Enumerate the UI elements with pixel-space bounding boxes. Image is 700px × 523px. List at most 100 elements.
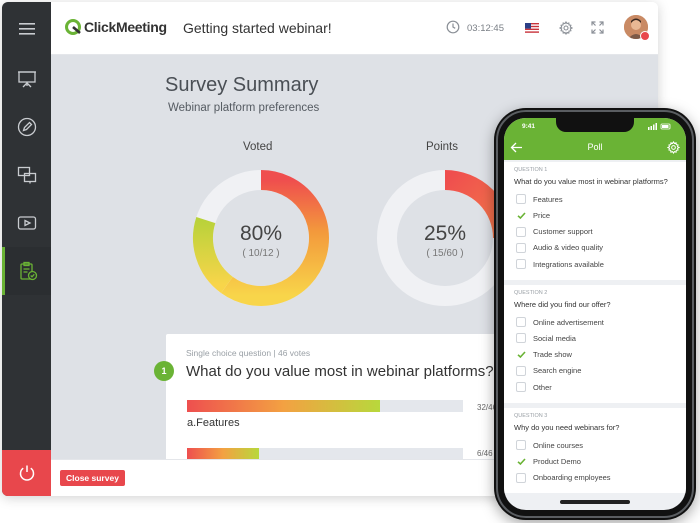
poll-option-label: Audio & video quality (533, 243, 604, 253)
poll-question-header: QUESTION 3 (514, 413, 548, 419)
poll-option-checkbox[interactable] (516, 440, 526, 450)
voted-fraction: ( 10/12 ) (242, 248, 280, 259)
phone-status-icons (648, 123, 672, 132)
poll-option-checkbox[interactable] (516, 259, 526, 270)
phone-status-time: 9:41 (522, 123, 536, 130)
settings-gear-icon[interactable] (559, 21, 573, 35)
fullscreen-icon[interactable] (591, 21, 604, 34)
poll-option[interactable]: Online advertisement (516, 316, 604, 328)
question-number-badge: 1 (154, 361, 174, 381)
close-survey-button[interactable]: Close survey (60, 470, 125, 486)
poll-option[interactable]: Price (516, 209, 550, 221)
header: ClickMeeting Getting started webinar! 03… (51, 2, 658, 55)
poll-option[interactable]: Onboarding employees (516, 472, 611, 484)
sidebar (2, 2, 51, 496)
brand-logo: ClickMeeting (65, 19, 167, 35)
poll-option-checkbox[interactable] (516, 242, 526, 253)
poll-option[interactable]: Search engine (516, 365, 581, 377)
clock-icon (446, 20, 460, 34)
poll-settings-icon[interactable] (667, 141, 680, 154)
checkmark-icon (516, 458, 526, 465)
sidebar-item-survey[interactable] (2, 247, 51, 295)
poll-option-label: Product Demo (533, 456, 581, 466)
signal-battery-icon (648, 123, 671, 130)
poll-option-checkbox[interactable] (516, 333, 526, 344)
sidebar-item-video[interactable] (2, 199, 51, 247)
poll-option[interactable]: Integrations available (516, 258, 604, 270)
phone-screen: 9:41 Poll QUESTION 1 What do you value mo… (504, 118, 686, 510)
answer-count-2: 6/46 (477, 449, 493, 458)
answer-bar-2 (187, 448, 463, 459)
poll-option-checkbox[interactable] (516, 382, 526, 393)
points-percent: 25% (423, 222, 467, 245)
poll-nav-bar: Poll (504, 136, 686, 160)
points-fraction: ( 15/60 ) (426, 248, 464, 259)
poll-option-label: Customer support (533, 227, 593, 237)
poll-option-checkbox[interactable] (516, 350, 526, 360)
screen-share-icon (17, 166, 36, 184)
poll-option-checkbox[interactable] (516, 317, 526, 327)
power-icon (19, 465, 34, 481)
poll-question-text: Where did you find our offer? (514, 300, 611, 309)
points-label: Points (426, 141, 458, 153)
voted-percent: 80% (239, 222, 283, 245)
page-subtitle: Webinar platform preferences (168, 102, 320, 114)
poll-option[interactable]: Features (516, 193, 563, 205)
phone-status-bar: 9:41 (504, 118, 686, 136)
stage: ClickMeeting Getting started webinar! 03… (0, 0, 700, 523)
answer-bar-2-fill (187, 448, 259, 459)
us-flag-icon[interactable] (525, 23, 539, 33)
poll-question-text: Why do you need webinars for? (514, 423, 620, 432)
poll-option-label: Social media (533, 333, 576, 343)
clipboard-check-icon (20, 261, 38, 281)
sidebar-item-whiteboard[interactable] (2, 103, 51, 151)
poll-option[interactable]: Customer support (516, 226, 593, 238)
phone-notch (556, 118, 634, 132)
sidebar-item-presentation[interactable] (2, 55, 51, 103)
poll-option-checkbox[interactable] (516, 194, 526, 204)
poll-option[interactable]: Other (516, 381, 552, 393)
video-play-icon (17, 216, 36, 230)
menu-icon (18, 22, 35, 35)
poll-title: Poll (587, 142, 603, 152)
checkmark-icon (516, 351, 526, 359)
poll-option-label: Price (533, 210, 551, 220)
answer-label-1: a.Features (187, 417, 240, 429)
poll-option-checkbox[interactable] (516, 210, 526, 220)
poll-option-label: Onboarding employees (533, 473, 611, 483)
poll-question-block: QUESTION 1 What do you value most in webi… (504, 162, 686, 280)
poll-option[interactable]: Trade show (516, 349, 572, 361)
poll-option-label: Integrations available (533, 259, 604, 269)
poll-option-label: Features (533, 194, 563, 204)
poll-question-header: QUESTION 1 (514, 167, 548, 173)
menu-button[interactable] (2, 2, 51, 55)
poll-option-checkbox[interactable] (516, 456, 526, 466)
avatar-status-badge (640, 31, 650, 41)
poll-option-label: Trade show (533, 350, 572, 360)
poll-option-checkbox[interactable] (516, 472, 526, 483)
end-session-button[interactable] (2, 450, 51, 496)
poll-question-header: QUESTION 2 (514, 290, 548, 296)
home-indicator (560, 500, 630, 504)
webinar-title: Getting started webinar! (183, 20, 332, 36)
poll-option[interactable]: Product Demo (516, 455, 581, 467)
poll-option-label: Other (533, 382, 552, 392)
page-title: Survey Summary (165, 74, 319, 96)
poll-option[interactable]: Social media (516, 332, 576, 344)
poll-option[interactable]: Audio & video quality (516, 242, 603, 254)
question-meta: Single choice question | 46 votes (186, 348, 311, 358)
poll-option[interactable]: Online courses (516, 439, 583, 451)
sidebar-item-screen-share[interactable] (2, 151, 51, 199)
poll-question-block: QUESTION 3 Why do you need webinars for? O… (504, 408, 686, 493)
poll-option-checkbox[interactable] (516, 226, 526, 237)
question-text: What do you value most in webinar platfo… (186, 363, 494, 380)
poll-question-text: What do you value most in webinar platfo… (514, 177, 668, 186)
question-result-card: Single choice question | 46 votes 1 What… (154, 334, 506, 459)
brand-name: ClickMeeting (84, 19, 167, 35)
answer-bar-1-fill (187, 400, 381, 412)
presentation-icon (17, 71, 36, 88)
poll-option-checkbox[interactable] (516, 365, 526, 376)
session-timer: 03:12:45 (467, 23, 504, 34)
voted-label: Voted (243, 141, 273, 153)
checkmark-icon (516, 212, 526, 219)
